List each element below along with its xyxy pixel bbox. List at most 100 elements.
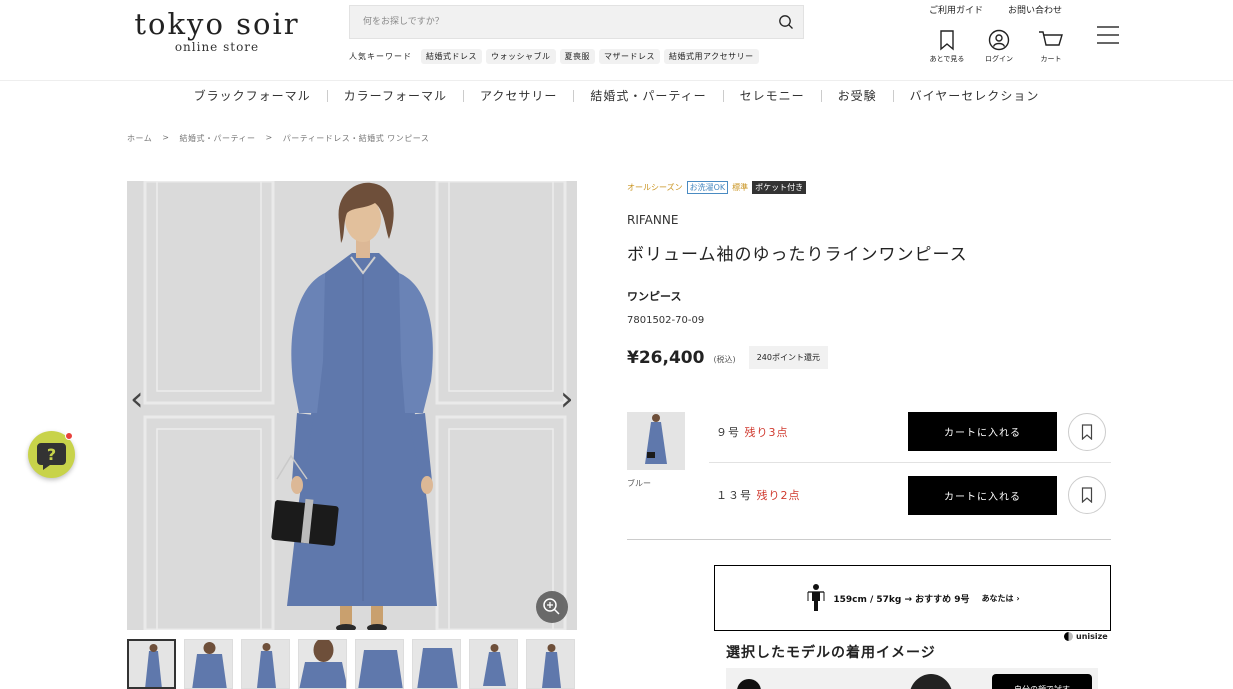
- global-nav: ブラックフォーマル カラーフォーマル アクセサリー 結婚式・パーティー セレモニ…: [0, 87, 1233, 104]
- bookmark-icon: [1081, 487, 1093, 503]
- nav-black-formal[interactable]: ブラックフォーマル: [178, 87, 327, 104]
- price-row: ¥26,400 (税込) 240ポイント還元: [627, 346, 828, 369]
- color-name: ブルー: [627, 479, 651, 488]
- search-icon[interactable]: [778, 14, 794, 30]
- tax-label: (税込): [713, 355, 736, 364]
- model-add-icon[interactable]: [736, 678, 762, 689]
- svg-text:?: ?: [47, 445, 56, 464]
- thumbnail[interactable]: [184, 639, 233, 689]
- top-links: ご利用ガイド お問い合わせ: [929, 3, 1062, 16]
- breadcrumb-current[interactable]: パーティードレス・結婚式 ワンピース: [283, 133, 430, 144]
- model-section-heading: 選択したモデルの着用イメージ: [726, 645, 936, 661]
- product-price: ¥26,400: [627, 347, 705, 368]
- breadcrumb-separator: >: [265, 133, 273, 142]
- breadcrumb-home[interactable]: ホーム: [127, 133, 152, 144]
- thumbnail[interactable]: [412, 639, 461, 689]
- site-logo[interactable]: tokyo soir online store: [127, 8, 307, 54]
- keyword-tag[interactable]: マザードレス: [599, 49, 660, 64]
- size-row: ９号 残り3点 カートに入れる: [709, 401, 1111, 463]
- size-row: １３号 残り2点 カートに入れる: [709, 464, 1111, 526]
- badge-pocket: ポケット付き: [752, 181, 807, 194]
- stock-count: 残り3点: [744, 425, 789, 439]
- unisize-you-link[interactable]: あなたは ›: [982, 593, 1020, 604]
- keyword-tag[interactable]: 結婚式用アクセサリー: [664, 49, 759, 64]
- watch-later-label: あとで見る: [929, 55, 965, 63]
- keyword-tag[interactable]: 結婚式ドレス: [421, 49, 482, 64]
- size-label: ９号 残り3点: [716, 424, 906, 440]
- header-icons: あとで見る ログイン カート: [921, 29, 1077, 64]
- cart-icon: [1039, 31, 1063, 46]
- popular-keywords: 人気キーワード 結婚式ドレス ウォッシャブル 夏喪服 マザードレス 結婚式用アク…: [349, 49, 759, 64]
- product-category: ワンピース: [627, 290, 682, 303]
- model-face-image: [910, 674, 952, 689]
- help-chat-button[interactable]: ?: [28, 431, 75, 478]
- thumbnail[interactable]: [241, 639, 290, 689]
- nav-ceremony[interactable]: セレモニー: [724, 87, 821, 104]
- color-variant-image[interactable]: [627, 412, 685, 470]
- gallery-next-arrow[interactable]: ›: [560, 379, 574, 419]
- points-badge: 240ポイント還元: [748, 346, 828, 369]
- favorite-button[interactable]: [1068, 412, 1106, 451]
- unisize-text: 159cm / 57kg → おすすめ 9号: [833, 594, 970, 605]
- size-label: １３号 残り2点: [716, 487, 906, 503]
- product-title: ボリューム袖のゆったりラインワンピース: [627, 245, 968, 265]
- product-code: 7801502-70-09: [627, 315, 705, 326]
- breadcrumb-category[interactable]: 結婚式・パーティー: [179, 133, 255, 144]
- user-icon: [988, 29, 1010, 51]
- favorite-button[interactable]: [1068, 476, 1106, 514]
- size-value: １３号: [716, 489, 752, 502]
- thumbnail[interactable]: [469, 639, 518, 689]
- zoom-icon[interactable]: [536, 591, 568, 623]
- badge-washable: お洗濯OK: [686, 181, 729, 194]
- thumbnail[interactable]: [127, 639, 176, 689]
- keyword-tag[interactable]: ウォッシャブル: [486, 49, 556, 64]
- unisize-logo-icon: [1064, 632, 1073, 641]
- thumbnail[interactable]: [355, 639, 404, 689]
- thumbnail-strip: [127, 639, 575, 689]
- login-label: ログイン: [985, 55, 1013, 63]
- gallery-prev-arrow[interactable]: ‹: [130, 379, 144, 419]
- logo-main-text: tokyo soir: [134, 7, 300, 41]
- keyword-tag[interactable]: 夏喪服: [559, 49, 595, 64]
- product-badges: オールシーズン お洗濯OK 標準 ポケット付き: [627, 181, 807, 194]
- cart-label: カート: [1040, 55, 1062, 63]
- unisize-logo: unisize: [1064, 632, 1108, 641]
- main-product-image[interactable]: ‹ ›: [127, 181, 577, 630]
- login-button[interactable]: ログイン: [973, 29, 1025, 64]
- nav-buyer-selection[interactable]: バイヤーセレクション: [894, 87, 1056, 104]
- keyword-label: 人気キーワード: [349, 52, 412, 61]
- unisize-recommendation[interactable]: 159cm / 57kg → おすすめ 9号 あなたは ›: [714, 565, 1111, 631]
- brand-name[interactable]: RIFANNE: [627, 213, 678, 227]
- contact-link[interactable]: お問い合わせ: [1008, 3, 1062, 16]
- unisize-logo-text: unisize: [1076, 632, 1108, 641]
- size-value: ９号: [716, 425, 740, 439]
- nav-color-formal[interactable]: カラーフォーマル: [328, 87, 463, 104]
- stock-count: 残り2点: [756, 489, 801, 502]
- header-divider: [0, 80, 1233, 81]
- breadcrumb: ホーム > 結婚式・パーティー > パーティードレス・結婚式 ワンピース: [127, 133, 429, 144]
- badge-standard: 標準: [732, 183, 749, 192]
- nav-accessory[interactable]: アクセサリー: [464, 87, 573, 104]
- dress-photo: [127, 181, 577, 630]
- body-figure-icon: [807, 584, 825, 611]
- thumbnail[interactable]: [526, 639, 575, 689]
- search-box: [349, 5, 804, 39]
- try-own-face-button[interactable]: 自分の顔で試す: [992, 674, 1092, 689]
- thumbnail[interactable]: [298, 639, 347, 689]
- bookmark-icon: [1081, 423, 1093, 440]
- search-input[interactable]: [350, 6, 750, 38]
- cart-button[interactable]: カート: [1025, 29, 1077, 64]
- bookmark-icon: [940, 30, 954, 51]
- hamburger-menu-icon[interactable]: [1097, 25, 1119, 45]
- guide-link[interactable]: ご利用ガイド: [929, 3, 983, 16]
- nav-wedding-party[interactable]: 結婚式・パーティー: [574, 87, 722, 104]
- section-divider: [627, 539, 1111, 540]
- add-to-cart-button[interactable]: カートに入れる: [908, 412, 1057, 451]
- logo-sub-text: online store: [174, 40, 260, 54]
- nav-exam[interactable]: お受験: [822, 87, 893, 104]
- add-to-cart-button[interactable]: カートに入れる: [908, 475, 1057, 515]
- breadcrumb-separator: >: [162, 133, 170, 142]
- notification-dot: [65, 432, 73, 440]
- badge-all-season: オールシーズン: [627, 183, 683, 192]
- watch-later-button[interactable]: あとで見る: [921, 29, 973, 64]
